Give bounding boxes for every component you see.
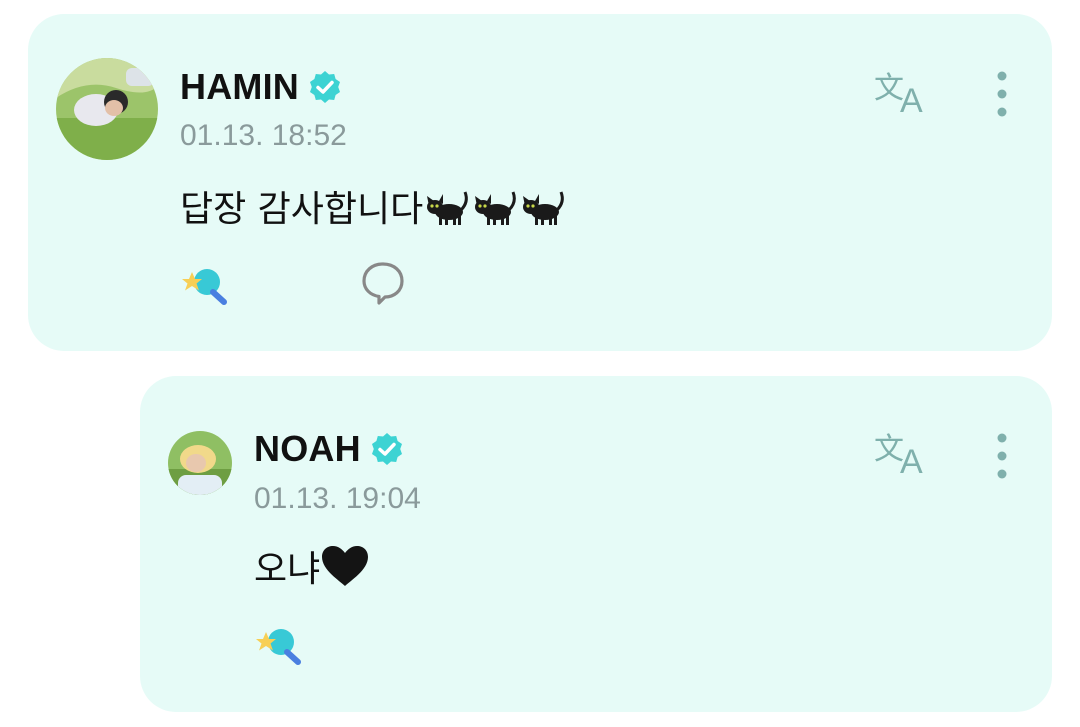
verified-badge-icon xyxy=(309,71,340,103)
reply-card: NOAH 01.13. 19:04 오냐 文 A xyxy=(140,376,1052,712)
reaction-icon[interactable] xyxy=(180,262,228,306)
black-cat-icon xyxy=(427,191,469,225)
avatar[interactable] xyxy=(56,58,158,160)
comment-card: HAMIN 01.13. 18:52 답장 감사합니다 文 A xyxy=(28,14,1052,351)
black-heart-icon xyxy=(322,546,369,586)
more-options-icon[interactable] xyxy=(996,432,1008,480)
reaction-icon[interactable] xyxy=(254,622,302,666)
black-cat-icon xyxy=(475,191,517,225)
comment-text: 오냐 xyxy=(254,540,370,592)
author-name[interactable]: NOAH xyxy=(254,428,361,470)
translate-icon[interactable]: 文 A xyxy=(874,68,932,114)
svg-text:A: A xyxy=(900,443,923,475)
verified-badge-icon xyxy=(371,433,402,465)
avatar[interactable] xyxy=(168,431,232,495)
comment-icon[interactable] xyxy=(360,260,406,306)
more-options-icon[interactable] xyxy=(996,70,1008,118)
comment-text-body: 오냐 xyxy=(254,549,321,590)
author-row: HAMIN xyxy=(180,66,343,108)
comment-text-body: 답장 감사합니다 xyxy=(180,189,424,230)
translate-icon[interactable]: 文 A xyxy=(874,429,932,475)
author-row: NOAH xyxy=(254,428,405,470)
black-cat-icon xyxy=(523,191,565,225)
comment-text: 답장 감사합니다 xyxy=(180,180,567,232)
timestamp: 01.13. 18:52 xyxy=(180,119,347,152)
timestamp: 01.13. 19:04 xyxy=(254,482,421,515)
author-name[interactable]: HAMIN xyxy=(180,66,299,108)
svg-text:A: A xyxy=(900,82,923,114)
